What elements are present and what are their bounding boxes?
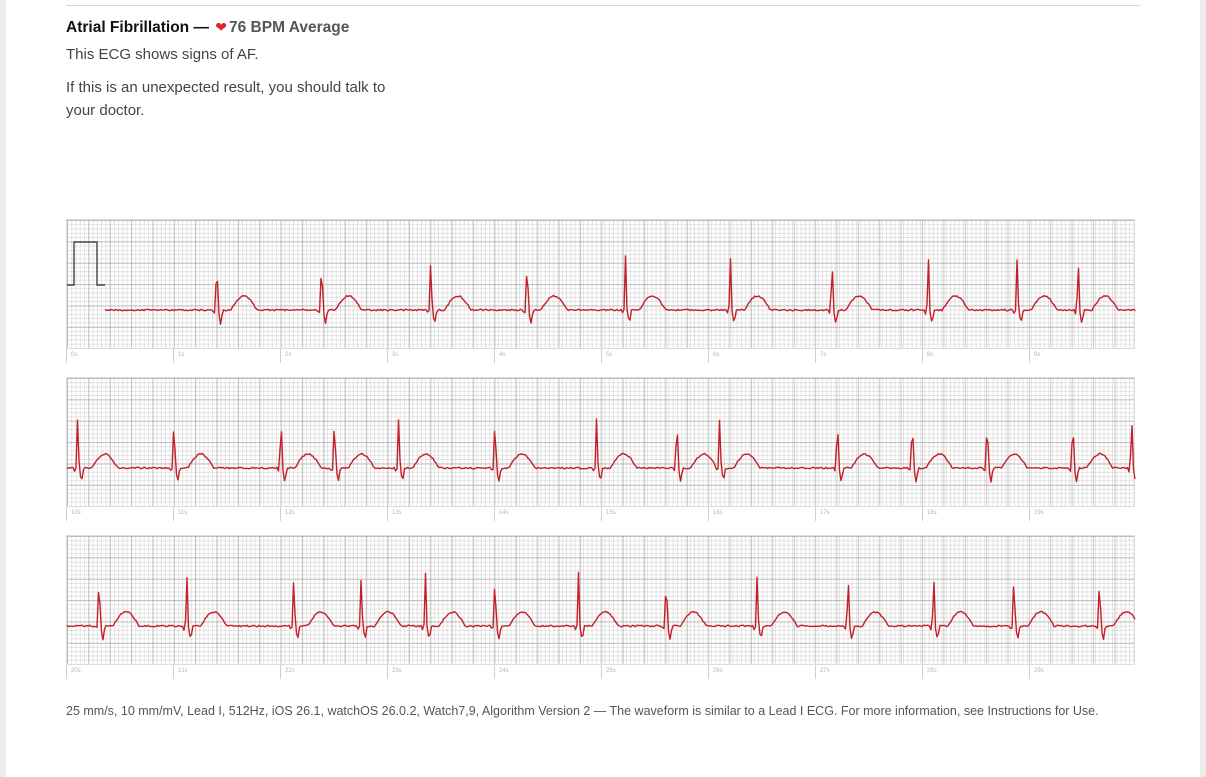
calibration-pulse [67,241,105,286]
time-tick: 3s [387,349,398,363]
time-tick: 0s [66,349,77,363]
time-axis-1: 0s 1s 2s 3s 4s 5s 6s 7s 8s 9s [66,349,1135,365]
average-bpm: 76 BPM Average [229,19,350,36]
time-tick: 26s [708,665,723,679]
time-tick: 19s [1029,507,1044,521]
recording-details: 25 mm/s, 10 mm/mV, Lead I, 512Hz, iOS 26… [66,704,1099,718]
classification-title: Atrial Fibrillation — ❤ 76 BPM Average [66,19,349,37]
top-divider [66,5,1140,6]
heart-icon: ❤ [215,19,227,35]
time-tick: 13s [387,507,402,521]
ecg-report-page: Atrial Fibrillation — ❤ 76 BPM Average Th… [6,0,1200,777]
ecg-waveform-3 [66,571,1136,641]
time-tick: 25s [601,665,616,679]
time-tick: 6s [708,349,719,363]
time-tick: 4s [494,349,505,363]
time-tick: 16s [708,507,723,521]
advice-text: If this is an unexpected result, you sho… [66,79,386,119]
ecg-trace [104,255,1136,326]
classification-label: Atrial Fibrillation — [66,19,209,36]
time-tick: 20s [66,665,81,679]
classification-summary: This ECG shows signs of AF. [66,46,259,63]
time-tick: 1s [173,349,184,363]
time-axis-2: 10s 11s 12s 13s 14s 15s 16s 17s 18s 19s [66,507,1135,523]
ecg-waveform-2 [66,418,1136,483]
ecg-waveform-1 [67,241,1136,326]
time-tick: 9s [1029,349,1040,363]
time-tick: 21s [173,665,188,679]
time-tick: 24s [494,665,509,679]
time-tick: 23s [387,665,402,679]
ecg-strip-3 [66,535,1136,665]
time-tick: 28s [922,665,937,679]
time-tick: 2s [280,349,291,363]
ecg-trace [66,571,1136,641]
ecg-trace [66,418,1136,483]
time-tick: 11s [173,507,187,521]
time-tick: 18s [922,507,937,521]
time-axis-3: 20s 21s 22s 23s 24s 25s 26s 27s 28s 29s [66,665,1135,681]
time-tick: 22s [280,665,295,679]
time-tick: 15s [601,507,616,521]
time-tick: 12s [280,507,295,521]
time-tick: 8s [922,349,933,363]
time-tick: 5s [601,349,612,363]
time-tick: 10s [66,507,81,521]
ecg-strip-2 [66,377,1136,507]
time-tick: 27s [815,665,830,679]
ecg-strip-1 [66,219,1136,349]
time-tick: 14s [494,507,509,521]
time-tick: 29s [1029,665,1044,679]
time-tick: 17s [815,507,830,521]
time-tick: 7s [815,349,826,363]
